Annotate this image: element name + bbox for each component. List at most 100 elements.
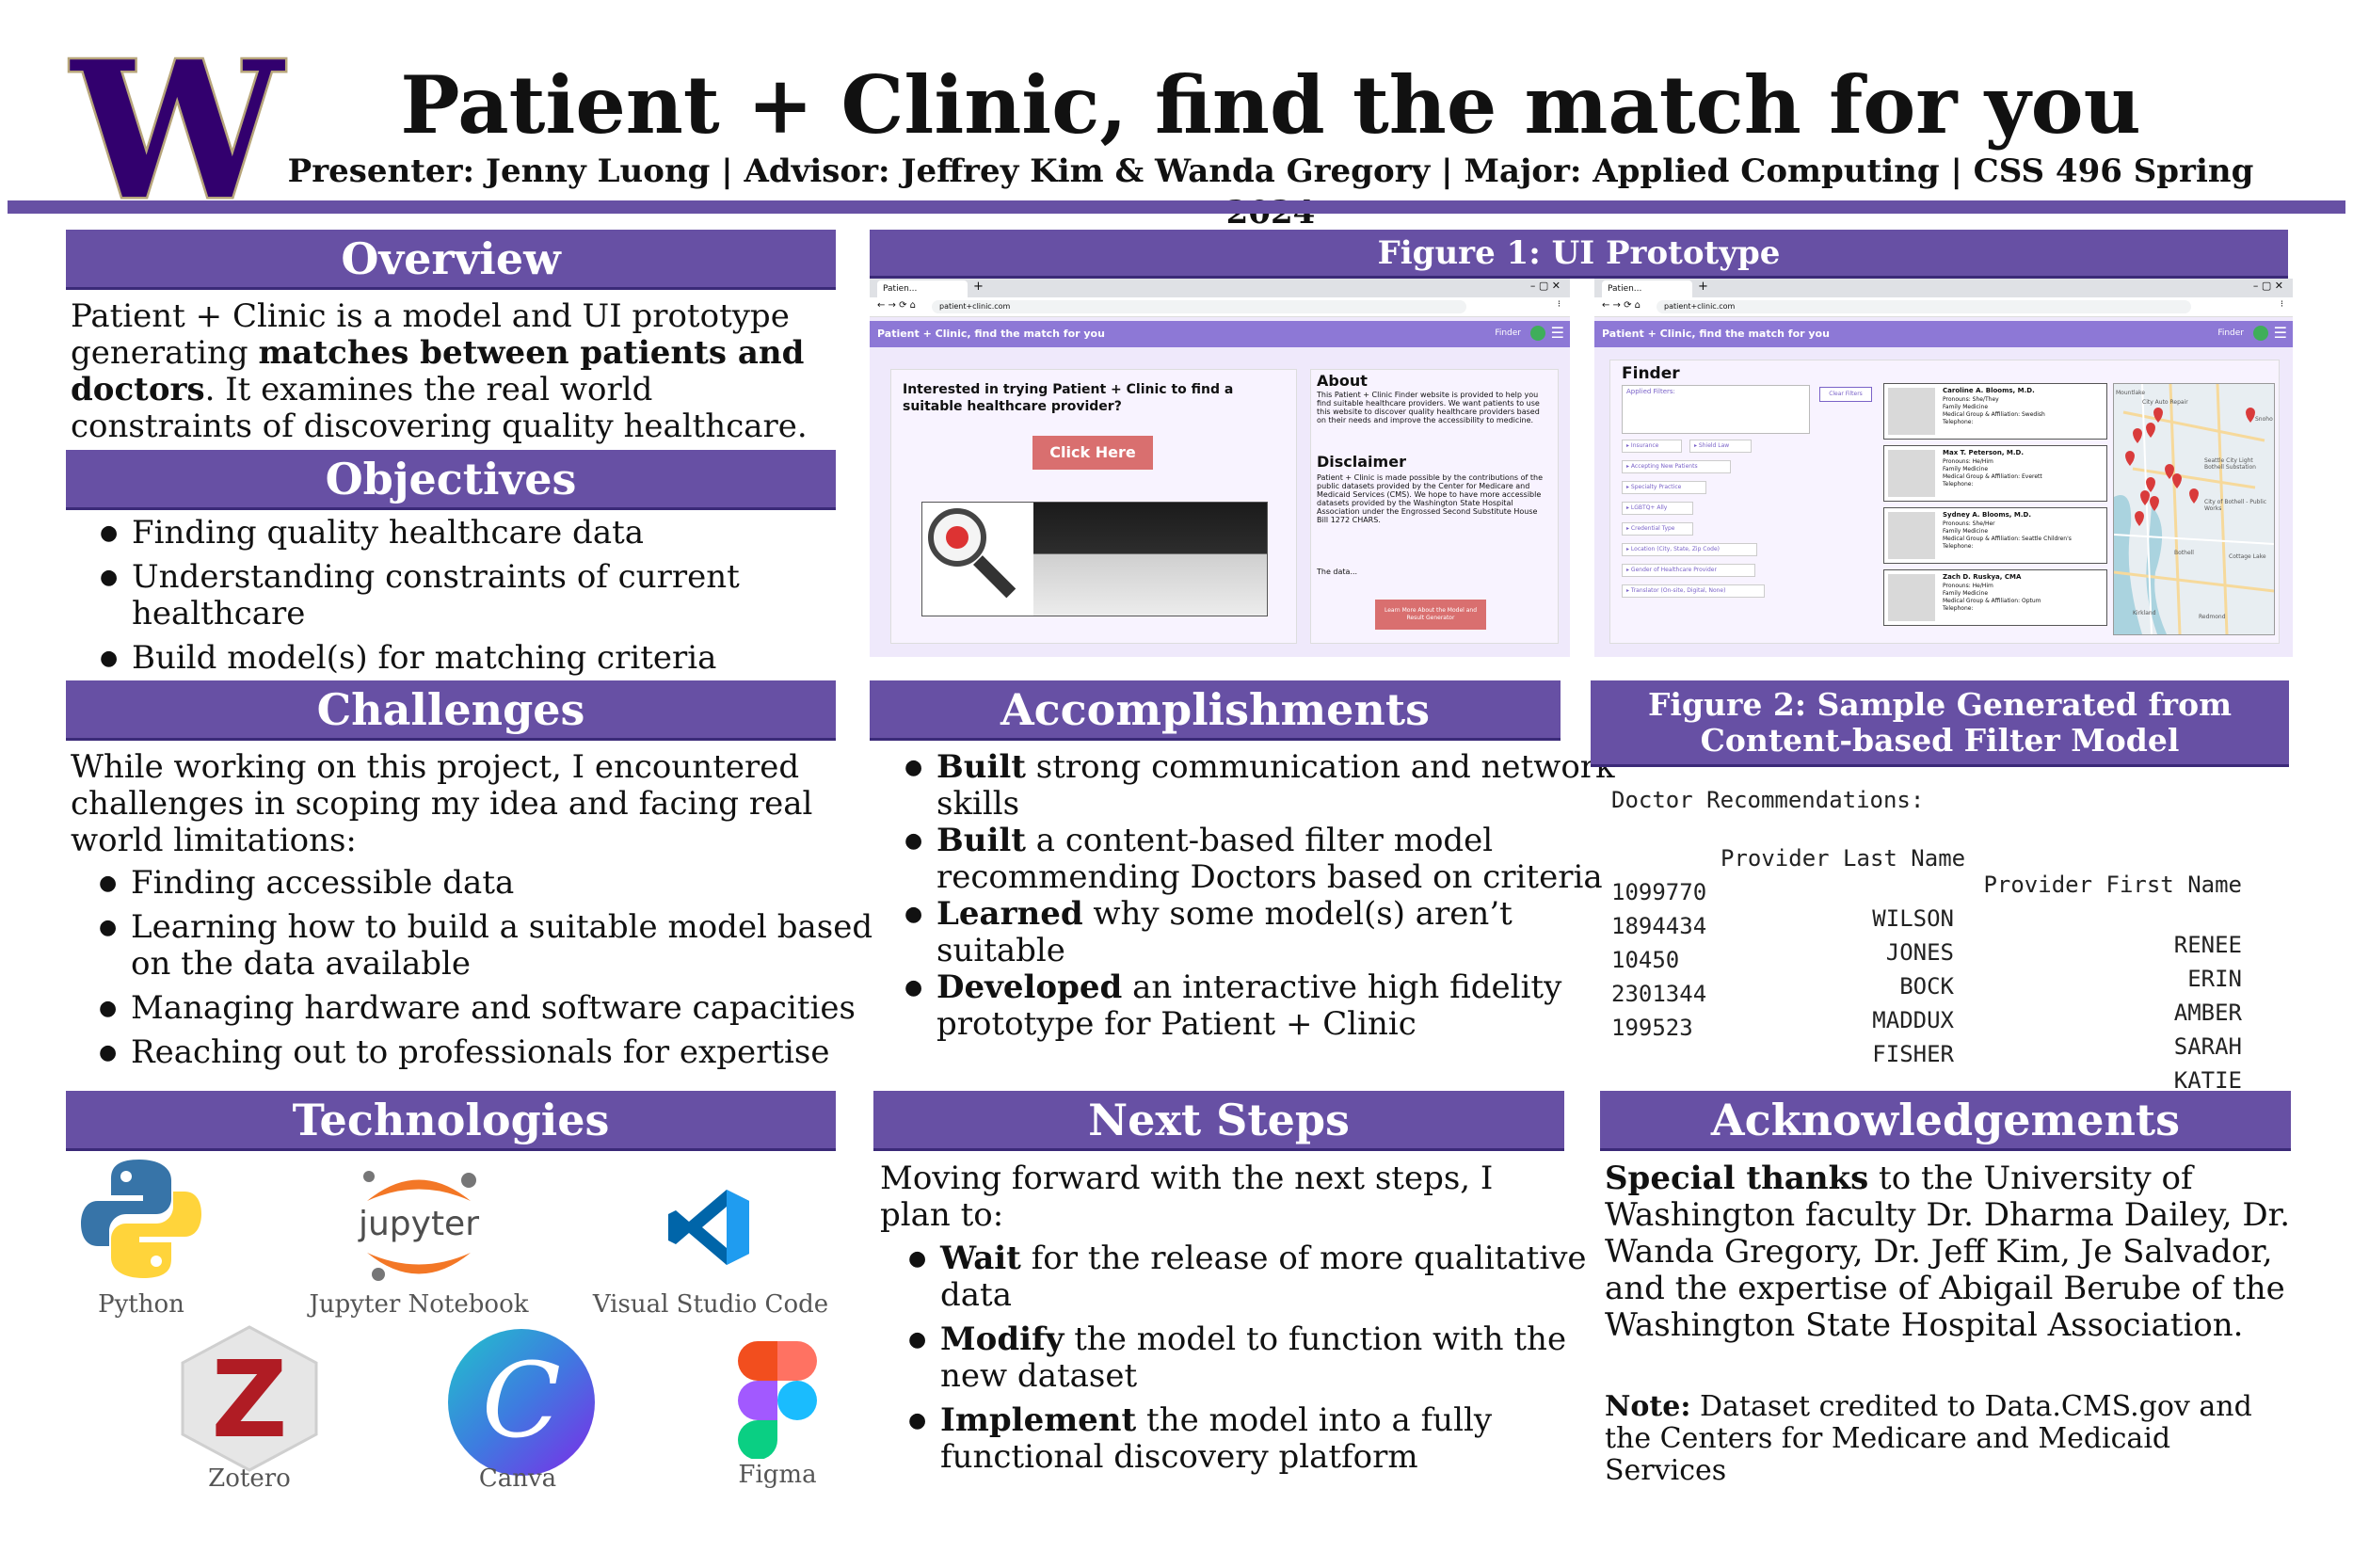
url-field[interactable]: patient+clinic.com <box>932 300 1466 313</box>
browser-tabbar: Patien... + – ▢ ✕ <box>870 279 1570 297</box>
prototype-screen-finder: Patien... + – ▢ ✕ ← → ⟳ ⌂ patient+clinic… <box>1594 279 2293 657</box>
window-controls-icon[interactable]: – ▢ ✕ <box>2253 280 2283 292</box>
tech-label-figma: Figma <box>738 1461 817 1489</box>
overview-text: Patient + Clinic is a model and UI proto… <box>71 298 833 445</box>
browser-urlbar: ← → ⟳ ⌂ patient+clinic.com ⁝ <box>1594 297 2293 317</box>
site-navbar: Patient + Clinic, find the match for you… <box>870 321 1570 347</box>
list-item: Finding accessible data <box>99 865 903 903</box>
doctor-card[interactable]: Zach D. Ruskya, CMA Pronouns: He/Him Fam… <box>1883 569 2107 626</box>
filter-chip-label: Accepting New Patients <box>1630 463 1698 470</box>
doctor-pronouns: Pronouns: He/Him <box>1943 458 1993 465</box>
doctor-specialty: Family Medicine <box>1943 590 1989 597</box>
filter-chip-label: Credential Type <box>1630 525 1675 532</box>
window-controls-icon[interactable]: – ▢ ✕ <box>1530 280 1561 292</box>
new-tab-icon[interactable]: + <box>973 280 984 294</box>
doctor-group: Medical Group & Affiliation: Seattle Chi… <box>1943 536 2072 542</box>
list-item-text: strong communication and network skills <box>936 748 1615 823</box>
list-item-bold: Learned <box>936 895 1083 933</box>
click-here-button[interactable]: Click Here <box>1032 436 1153 470</box>
clear-filters-button[interactable]: Clear Filters <box>1819 387 1872 402</box>
tech-label-zotero: Zotero <box>208 1464 291 1493</box>
disclaimer-title: Disclaimer <box>1317 453 1406 471</box>
recommendations-caption: Doctor Recommendations: <box>1611 787 1925 813</box>
vscode-icon <box>668 1190 749 1265</box>
filter-chip[interactable]: ▸ Credential Type <box>1622 522 1693 536</box>
table-row: 1894434 JONES ERIN <box>1611 887 2242 992</box>
acknowledgements-bold: Special thanks <box>1605 1160 1869 1197</box>
nav-arrows-icon[interactable]: ← → ⟳ ⌂ <box>877 300 916 311</box>
list-item-text: for the release of more qualitative data <box>940 1240 1587 1314</box>
cell-last-name: FISHER <box>1872 1041 1954 1067</box>
list-item: Finding quality healthcare data <box>100 515 875 552</box>
table-row: 1099770 WILSON RENEE <box>1611 853 2242 958</box>
challenges-intro: While working on this project, I encount… <box>71 748 813 859</box>
map-pin-icon <box>2153 408 2163 423</box>
filter-chip[interactable]: ▸ LGBTQ+ Ally <box>1622 502 1693 515</box>
hamburger-icon[interactable]: ☰ <box>1551 324 1564 342</box>
tech-label-jupyter: Jupyter Notebook <box>309 1290 529 1319</box>
url-field[interactable]: patient+clinic.com <box>1657 300 2191 313</box>
browser-tabbar: Patien... + – ▢ ✕ <box>1594 279 2293 297</box>
filter-chip[interactable]: ▸ Accepting New Patients <box>1622 460 1731 473</box>
globe-icon <box>1530 326 1545 341</box>
tech-label-python: Python <box>98 1290 184 1319</box>
accomplishments-title: Accomplishments <box>1000 683 1431 735</box>
canva-icon: C <box>448 1329 595 1476</box>
map-pin-icon <box>2172 473 2182 488</box>
site-nav-finder[interactable]: Finder <box>2217 328 2244 338</box>
hamburger-icon[interactable]: ☰ <box>2274 324 2287 342</box>
doctor-card[interactable]: Caroline A. Blooms, M.D. Pronouns: She/T… <box>1883 383 2107 440</box>
browser-tab[interactable]: Patien... <box>877 280 968 297</box>
cell-first-name: KATIE <box>2173 1067 2242 1094</box>
doctor-specialty: Family Medicine <box>1943 404 1989 410</box>
filter-chip[interactable]: ▸ Gender of Healthcare Provider <box>1622 564 1755 577</box>
doctor-name: Sydney A. Blooms, M.D. <box>1943 511 2031 519</box>
browser-tab[interactable]: Patien... <box>1602 280 1692 297</box>
figma-icon <box>738 1341 817 1459</box>
table-header-row: Provider Last Name Provider First Name <box>1611 819 2242 898</box>
cell-first-name: SARAH <box>2173 1033 2242 1060</box>
doctor-photo <box>1888 450 1935 497</box>
new-tab-icon[interactable]: + <box>1698 280 1708 294</box>
map-pin-icon <box>2135 511 2144 526</box>
doctor-name: Caroline A. Blooms, M.D. <box>1943 387 2035 394</box>
doctor-card[interactable]: Max T. Peterson, M.D. Pronouns: He/Him F… <box>1883 445 2107 502</box>
site-nav-finder[interactable]: Finder <box>1495 328 1521 338</box>
applied-filters-box[interactable]: Applied Filters: <box>1622 385 1810 434</box>
doctor-pronouns: Pronouns: She/They <box>1943 396 1999 403</box>
doctor-phone: Telephone: <box>1943 419 1974 425</box>
nav-arrows-icon[interactable]: ← → ⟳ ⌂ <box>1602 300 1641 311</box>
browser-menu-icon[interactable]: ⁝ <box>2281 299 2283 310</box>
about-text: This Patient + Clinic Finder website is … <box>1317 391 1540 424</box>
acknowledgements-text: Special thanks to the University of Wash… <box>1605 1160 2292 1344</box>
provider-map[interactable]: Mountlake City Auto Repair Seattle City … <box>2113 383 2275 635</box>
site-nav-title[interactable]: Patient + Clinic, find the match for you <box>877 328 1105 340</box>
list-item-bold: Built <box>936 748 1026 786</box>
filter-chip[interactable]: ▸ Shield Law <box>1689 440 1752 453</box>
filter-chip[interactable]: ▸ Location (City, State, Zip Code) <box>1622 543 1757 556</box>
doctor-group: Medical Group & Affiliation: Optum <box>1943 598 2041 604</box>
learn-more-button[interactable]: Learn More About the Model and Result Ge… <box>1375 600 1486 630</box>
filter-chip[interactable]: ▸ Specialty Practice <box>1622 481 1706 494</box>
acknowledgements-title: Acknowledgements <box>1710 1094 2181 1145</box>
browser-menu-icon[interactable]: ⁝ <box>1558 299 1561 310</box>
jupyter-icon: jupyter <box>358 1171 479 1281</box>
filter-chip[interactable]: ▸ Translator (On-site, Digital, None) <box>1622 584 1765 598</box>
filter-chip[interactable]: ▸ Insurance <box>1622 440 1682 453</box>
doctor-group: Medical Group & Affiliation: Swedish <box>1943 411 2045 418</box>
zotero-glyph: Z <box>211 1339 287 1462</box>
acknowledgements-header: Acknowledgements <box>1600 1091 2291 1151</box>
hero-card: Interested in trying Patient + Clinic to… <box>890 369 1297 644</box>
doctor-phone: Telephone: <box>1943 481 1974 488</box>
doctor-photo <box>1888 388 1935 435</box>
map-pin-icon <box>2246 408 2255 423</box>
list-item-bold: Built <box>936 822 1026 859</box>
site-nav-title[interactable]: Patient + Clinic, find the match for you <box>1602 328 1830 340</box>
tech-label-canva: Canva <box>478 1464 557 1493</box>
filter-chip-label: Specialty Practice <box>1630 484 1682 490</box>
stethoscope-photo <box>1033 503 1267 616</box>
magnifier-icon <box>928 508 986 567</box>
recommendations-table: Provider Last Name Provider First Name 1… <box>1611 819 2242 1094</box>
list-item: Wait for the release of more qualitative… <box>908 1240 1618 1314</box>
doctor-card[interactable]: Sydney A. Blooms, M.D. Pronouns: She/Her… <box>1883 507 2107 564</box>
